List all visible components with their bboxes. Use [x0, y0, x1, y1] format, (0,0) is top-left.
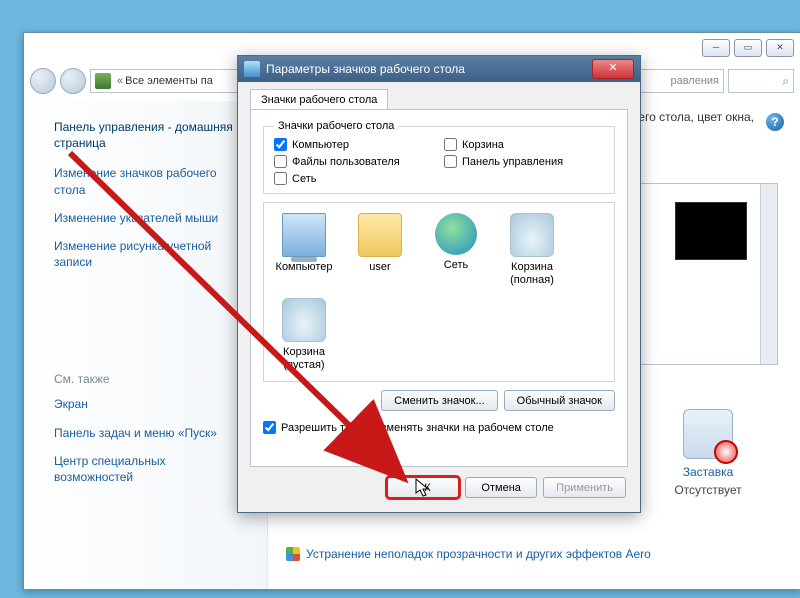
icon-network[interactable]: Сеть [424, 213, 488, 286]
check-label: Корзина [462, 139, 504, 151]
icon-label: Корзина (полная) [510, 261, 554, 286]
dialog-icon [244, 61, 260, 77]
theme-preview [636, 183, 778, 365]
breadcrumb-text: Все элементы па [125, 75, 213, 87]
check-computer-box[interactable] [274, 138, 287, 151]
globe-icon [435, 213, 477, 255]
icons-checkbox-group: Значки рабочего стола Компьютер Корзина … [263, 120, 615, 194]
screensaver-block: Заставка Отсутствует [638, 409, 778, 497]
cancel-button[interactable]: Отмена [465, 477, 537, 498]
check-label: Файлы пользователя [292, 156, 400, 168]
dialog-titlebar[interactable]: Параметры значков рабочего стола ✕ [238, 56, 640, 82]
check-network[interactable]: Сеть [274, 172, 434, 185]
see-also-accessibility[interactable]: Центр специальных возможностей [54, 453, 247, 485]
help-icon[interactable]: ? [766, 113, 784, 131]
see-also-heading: См. также [54, 372, 247, 386]
tab-pane: Значки рабочего стола Компьютер Корзина … [250, 109, 628, 467]
screensaver-link[interactable]: Заставка [638, 465, 778, 479]
search-icon: ⌕ [782, 74, 789, 89]
minimize-button[interactable]: ─ [702, 39, 730, 57]
tab-desktop-icons[interactable]: Значки рабочего стола [250, 89, 388, 110]
icon-recycle-full[interactable]: Корзина (полная) [500, 213, 564, 286]
dialog-close-button[interactable]: ✕ [592, 59, 634, 79]
check-network-box[interactable] [274, 172, 287, 185]
icon-label: user [369, 261, 390, 273]
preview-monitor-icon [675, 202, 747, 260]
screensaver-status: Отсутствует [674, 483, 741, 497]
dialog-footer: ОК Отмена Применить [238, 467, 640, 508]
nav-forward-button[interactable] [60, 68, 86, 94]
ok-button[interactable]: ОК [387, 477, 459, 498]
check-controlpanel[interactable]: Панель управления [444, 155, 604, 168]
group-legend: Значки рабочего стола [274, 120, 398, 132]
sidebar-home-link[interactable]: Панель управления - домашняя страница [54, 119, 247, 151]
allow-themes-label: Разрешить темам изменять значки на рабоч… [281, 422, 554, 434]
recycle-full-icon [510, 213, 554, 257]
icon-label: Сеть [444, 259, 468, 271]
preview-scrollbar[interactable] [760, 184, 777, 364]
shield-icon [286, 547, 300, 561]
icon-label: Компьютер [276, 261, 333, 273]
see-also-display[interactable]: Экран [54, 396, 247, 412]
check-computer[interactable]: Компьютер [274, 138, 434, 151]
see-also-taskbar[interactable]: Панель задач и меню «Пуск» [54, 425, 247, 441]
check-userfiles[interactable]: Файлы пользователя [274, 155, 434, 168]
allow-themes-checkbox[interactable]: Разрешить темам изменять значки на рабоч… [263, 421, 615, 434]
check-recycle-box[interactable] [444, 138, 457, 151]
close-button[interactable]: ✕ [766, 39, 794, 57]
maximize-button[interactable]: ▭ [734, 39, 762, 57]
folder-icon [358, 213, 402, 257]
change-icon-button[interactable]: Сменить значок... [381, 390, 498, 411]
icon-list[interactable]: Компьютер user Сеть Корзина (полная) Кор… [263, 202, 615, 382]
sidebar-link-account-picture[interactable]: Изменение рисунка учетной записи [54, 238, 247, 270]
check-label: Панель управления [462, 156, 563, 168]
control-panel-icon [95, 73, 111, 89]
icon-user[interactable]: user [348, 213, 412, 286]
breadcrumb-chevron-icon: « [117, 75, 123, 87]
icon-computer[interactable]: Компьютер [272, 213, 336, 286]
desktop-icon-settings-dialog: Параметры значков рабочего стола ✕ Значк… [237, 55, 641, 513]
aero-troubleshoot-link[interactable]: Устранение неполадок прозрачности и друг… [286, 547, 651, 561]
sidebar: Панель управления - домашняя страница Из… [24, 101, 268, 589]
apply-button[interactable]: Применить [543, 477, 626, 498]
screensaver-icon [683, 409, 733, 459]
search-input[interactable]: ⌕ [728, 69, 794, 93]
breadcrumb-tail: равления [670, 75, 719, 87]
window-controls: ─ ▭ ✕ [702, 39, 794, 57]
check-label: Сеть [292, 173, 316, 185]
check-controlpanel-box[interactable] [444, 155, 457, 168]
check-recycle[interactable]: Корзина [444, 138, 604, 151]
check-label: Компьютер [292, 139, 349, 151]
allow-themes-box[interactable] [263, 421, 276, 434]
check-userfiles-box[interactable] [274, 155, 287, 168]
sidebar-link-pointers[interactable]: Изменение указателей мыши [54, 210, 247, 226]
default-icon-button[interactable]: Обычный значок [504, 390, 615, 411]
recycle-empty-icon [282, 298, 326, 342]
nav-back-button[interactable] [30, 68, 56, 94]
sidebar-link-icons[interactable]: Изменение значков рабочего стола [54, 165, 247, 197]
dialog-title: Параметры значков рабочего стола [266, 62, 465, 76]
icon-recycle-empty[interactable]: Корзина (пустая) [272, 298, 336, 371]
aero-link-text: Устранение неполадок прозрачности и друг… [306, 547, 651, 561]
icon-label: Корзина (пустая) [283, 346, 325, 371]
computer-icon [282, 213, 326, 257]
